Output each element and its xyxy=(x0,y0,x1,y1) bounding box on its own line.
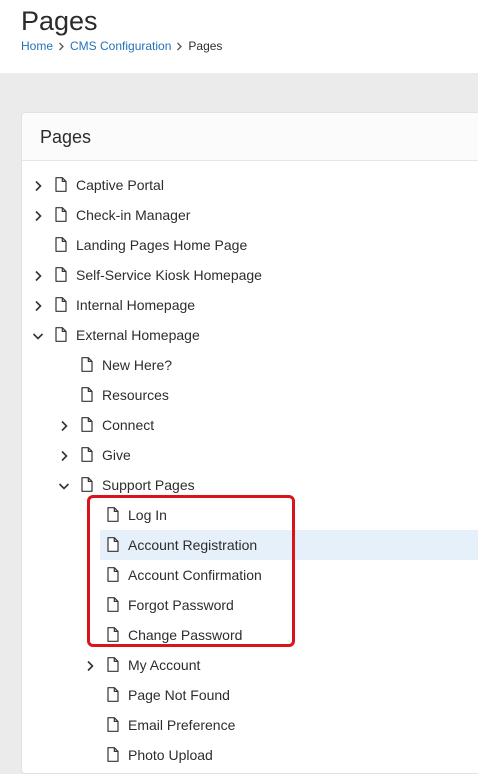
page-header: Pages Home CMS Configuration Pages xyxy=(0,0,478,73)
tree-item-label[interactable]: Page Not Found xyxy=(128,687,230,703)
chevron-right-icon[interactable] xyxy=(84,659,96,672)
chevron-down-icon[interactable] xyxy=(32,329,44,341)
tree-item[interactable]: Change Password xyxy=(22,620,478,650)
tree-item[interactable]: New Here? xyxy=(22,350,478,380)
tree-item-label[interactable]: Resources xyxy=(102,387,169,403)
tree-item-label[interactable]: External Homepage xyxy=(76,327,200,343)
tree-item[interactable]: Account Registration xyxy=(22,530,478,560)
page-icon xyxy=(81,417,93,432)
breadcrumb-home-link[interactable]: Home xyxy=(21,39,53,54)
tree-item-label[interactable]: Account Registration xyxy=(128,537,257,553)
page-icon xyxy=(55,267,67,282)
tree-item[interactable]: Forgot Password xyxy=(22,590,478,620)
tree-item-label[interactable]: New Here? xyxy=(102,357,172,373)
tree-item[interactable]: Support Pages xyxy=(22,470,478,500)
tree-item-label[interactable]: Internal Homepage xyxy=(76,297,195,313)
page-icon xyxy=(55,177,67,192)
tree-item-label[interactable]: Give xyxy=(102,447,131,463)
page-icon xyxy=(107,597,119,612)
tree-item-label[interactable]: Check-in Manager xyxy=(76,207,190,223)
breadcrumb: Home CMS Configuration Pages xyxy=(21,39,222,54)
chevron-right-icon[interactable] xyxy=(32,299,44,312)
tree-item[interactable]: Photo Upload xyxy=(22,740,478,770)
page-icon xyxy=(81,477,93,492)
page-icon xyxy=(107,537,119,552)
tree-item[interactable]: Captive Portal xyxy=(22,170,478,200)
page-icon xyxy=(81,447,93,462)
page-title: Pages xyxy=(21,6,98,36)
tree-item[interactable]: Email Preference xyxy=(22,710,478,740)
tree-item[interactable]: Log In xyxy=(22,500,478,530)
chevron-right-icon[interactable] xyxy=(58,449,70,462)
page-icon xyxy=(81,387,93,402)
tree-item-label[interactable]: Photo Upload xyxy=(128,747,213,763)
tree-item-label[interactable]: Log In xyxy=(128,507,167,523)
chevron-down-icon[interactable] xyxy=(58,479,70,491)
page-icon xyxy=(107,627,119,642)
tree-item[interactable]: My Account xyxy=(22,650,478,680)
chevron-right-icon[interactable] xyxy=(32,209,44,222)
breadcrumb-chevron-icon xyxy=(58,42,65,51)
page-tree: Captive Portal Check-in Manager Landing Pa… xyxy=(22,170,478,770)
page-icon xyxy=(107,717,119,732)
page-icon xyxy=(55,297,67,312)
page-icon xyxy=(107,657,119,672)
tree-item-label[interactable]: Connect xyxy=(102,417,154,433)
breadcrumb-current-page: Pages xyxy=(188,39,223,53)
page-icon xyxy=(55,237,67,252)
tree-item-label[interactable]: Self-Service Kiosk Homepage xyxy=(76,267,262,283)
page-icon xyxy=(55,327,67,342)
tree-item-label[interactable]: Captive Portal xyxy=(76,177,164,193)
tree-item[interactable]: Landing Pages Home Page xyxy=(22,230,478,260)
tree-item[interactable]: Self-Service Kiosk Homepage xyxy=(22,260,478,290)
tree-item-label[interactable]: Landing Pages Home Page xyxy=(76,237,247,253)
tree-item-label[interactable]: Support Pages xyxy=(102,477,195,493)
panel-title: Pages xyxy=(40,127,92,147)
tree-item-label[interactable]: My Account xyxy=(128,657,200,673)
chevron-right-icon[interactable] xyxy=(32,269,44,282)
tree-item[interactable]: Internal Homepage xyxy=(22,290,478,320)
page-icon xyxy=(107,507,119,522)
page-icon xyxy=(107,687,119,702)
page-icon xyxy=(55,207,67,222)
tree-item[interactable]: Resources xyxy=(22,380,478,410)
tree-item[interactable]: Check-in Manager xyxy=(22,200,478,230)
chevron-right-icon[interactable] xyxy=(32,179,44,192)
tree-item[interactable]: External Homepage xyxy=(22,320,478,350)
page-icon xyxy=(81,357,93,372)
breadcrumb-chevron-icon xyxy=(176,42,183,51)
tree-item[interactable]: Connect xyxy=(22,410,478,440)
tree-item[interactable]: Give xyxy=(22,440,478,470)
tree-item-label[interactable]: Change Password xyxy=(128,627,242,643)
panel-header: Pages xyxy=(22,113,478,161)
chevron-right-icon[interactable] xyxy=(58,419,70,432)
tree-item-label[interactable]: Forgot Password xyxy=(128,597,234,613)
breadcrumb-cms-configuration-link[interactable]: CMS Configuration xyxy=(70,39,171,54)
tree-item[interactable]: Account Confirmation xyxy=(22,560,478,590)
tree-item-label[interactable]: Account Confirmation xyxy=(128,567,262,583)
tree-item-label[interactable]: Email Preference xyxy=(128,717,235,733)
page-icon xyxy=(107,567,119,582)
page-icon xyxy=(107,747,119,762)
pages-panel: Pages Captive Portal Check-in Manager Land… xyxy=(21,112,478,774)
tree-item[interactable]: Page Not Found xyxy=(22,680,478,710)
